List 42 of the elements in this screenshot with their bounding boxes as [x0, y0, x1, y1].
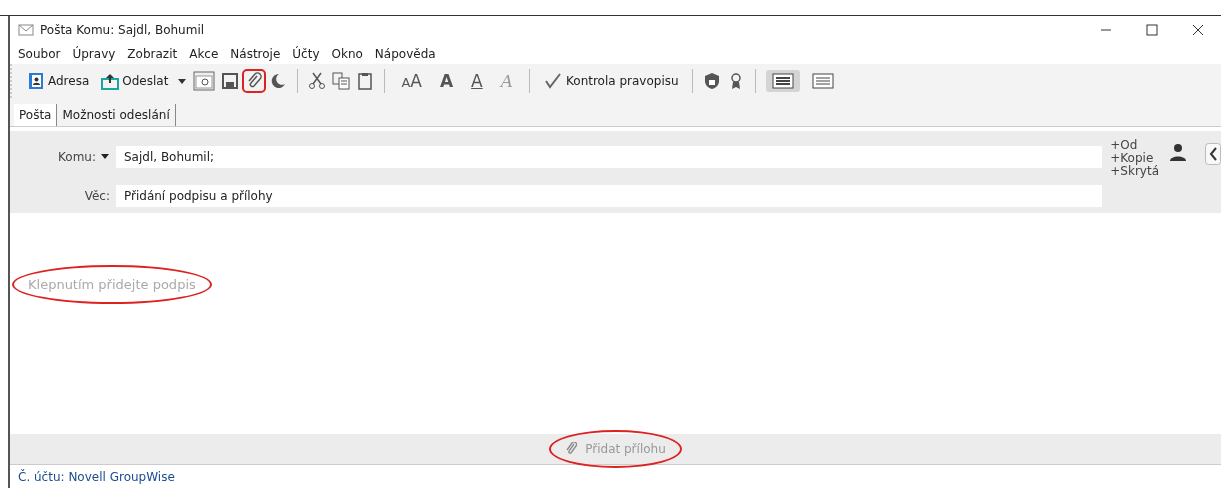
paperclip-icon[interactable]	[245, 72, 264, 90]
menu-item[interactable]: Akce	[189, 47, 219, 61]
address-button[interactable]: Adresa	[24, 70, 93, 92]
address-book-icon	[27, 72, 45, 90]
envelope-icon[interactable]	[18, 22, 34, 38]
field-label: Věc:	[84, 188, 110, 203]
copy-icon[interactable]	[332, 72, 351, 90]
highlight-rectangle	[242, 69, 267, 93]
preview-icon[interactable]	[193, 71, 216, 91]
menu-item[interactable]: Účty	[292, 47, 320, 61]
status-text: Č. účtu: Novell GroupWise	[18, 469, 175, 484]
spellcheck-button[interactable]: Kontrola pravopisu	[540, 70, 682, 92]
view-button[interactable]	[765, 70, 800, 92]
add-recipient-link[interactable]: +Kopie	[1110, 152, 1159, 165]
font-button[interactable]: AA	[395, 71, 428, 91]
menu-item[interactable]: Nápověda	[374, 47, 436, 61]
chevron-left-icon[interactable]	[1205, 143, 1221, 165]
person-icon[interactable]	[1169, 143, 1187, 161]
tab[interactable]: Pošta	[14, 104, 58, 126]
input-field[interactable]: Sajdl, Bohumil;	[116, 145, 1103, 168]
save-icon[interactable]	[221, 72, 240, 90]
menu-item[interactable]: Soubor	[18, 47, 61, 61]
add-recipient-link[interactable]: +Skrytá	[1110, 165, 1159, 178]
send-button[interactable]: Odeslat	[98, 70, 172, 92]
font-button[interactable]: A	[433, 71, 460, 91]
window-title: Pošta Komu: Sajdl, Bohumil	[40, 23, 206, 37]
checkmark-icon	[543, 72, 563, 90]
input-field[interactable]: Přidání podpisu a přílohy	[116, 184, 1103, 207]
field-label: Komu:	[58, 149, 96, 164]
clipboard-icon[interactable]	[356, 72, 375, 90]
scissors-icon[interactable]	[308, 72, 327, 90]
paperclip-icon	[565, 442, 578, 456]
shield-lock-icon[interactable]	[702, 72, 721, 90]
menu-item[interactable]: Úpravy	[72, 47, 116, 61]
menu-item[interactable]: Okno	[331, 47, 363, 61]
menu-item[interactable]: Nástroje	[230, 47, 281, 61]
menu-item[interactable]: Zobrazit	[127, 47, 178, 61]
outbox-icon	[101, 72, 120, 90]
font-button[interactable]: A	[465, 71, 489, 91]
moon-icon[interactable]	[269, 72, 288, 90]
caret-icon[interactable]	[177, 76, 188, 86]
add-recipient-link[interactable]: +Od	[1110, 139, 1159, 152]
